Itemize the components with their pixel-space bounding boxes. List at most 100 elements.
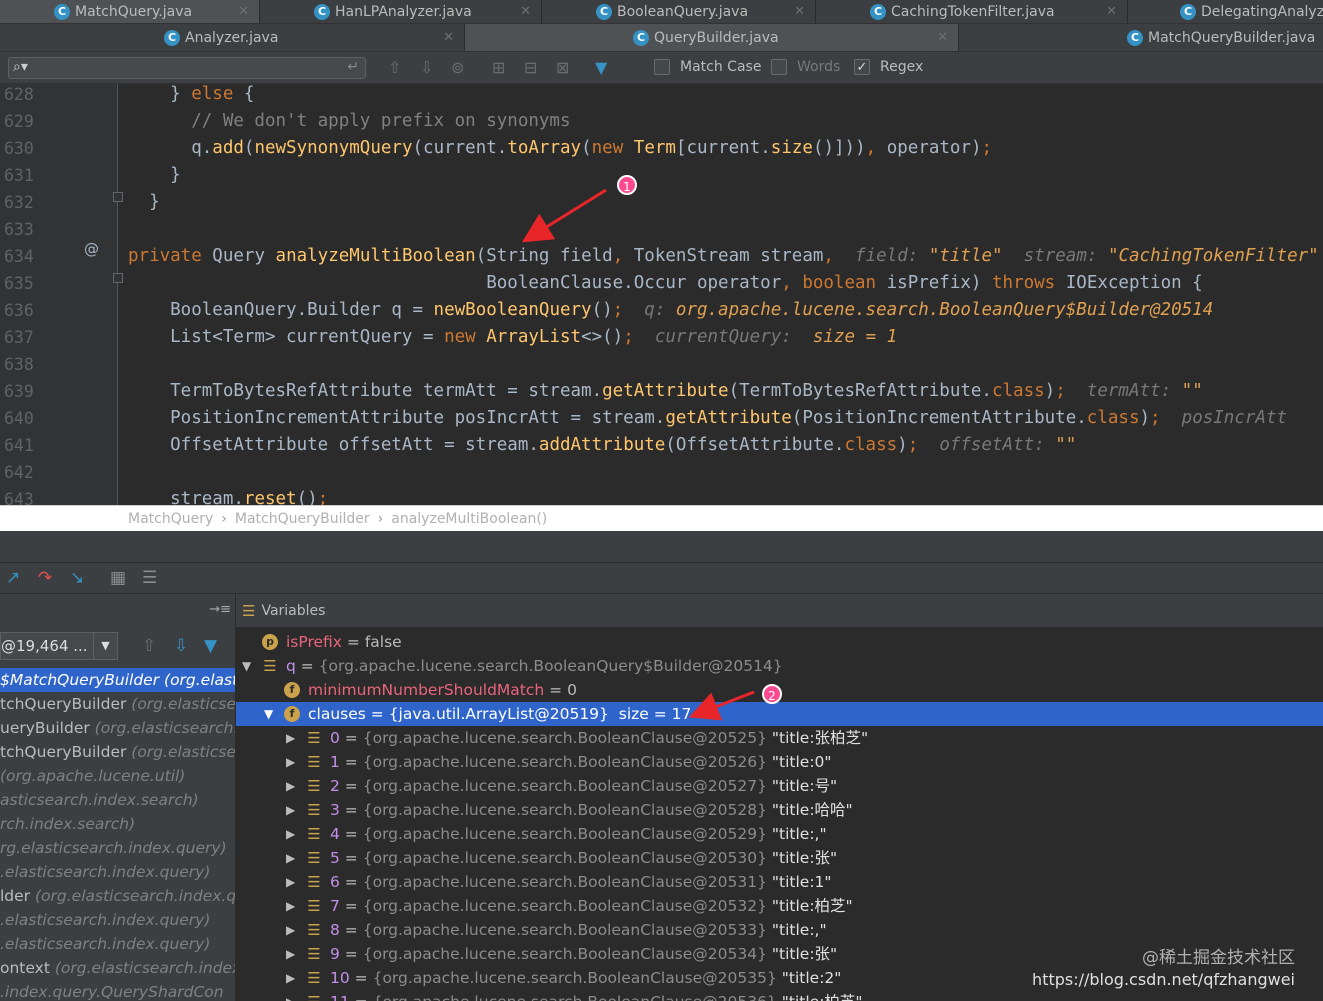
line-number[interactable]: 639: [4, 378, 44, 405]
tab-matchquerybuilder[interactable]: C MatchQueryBuilder.java: [959, 24, 1323, 51]
code-line[interactable]: 643 stream.reset();: [0, 486, 1323, 505]
line-number[interactable]: 641: [4, 432, 44, 459]
step-into-icon[interactable]: ↘: [70, 568, 84, 588]
expand-icon[interactable]: ▶: [286, 942, 295, 966]
code-line[interactable]: 640 PositionIncrementAttribute posIncrAt…: [0, 405, 1323, 432]
line-number[interactable]: 632: [4, 189, 44, 216]
expand-icon[interactable]: ▶: [286, 870, 295, 894]
stack-frame[interactable]: ontext (org.elasticsearch.index: [0, 956, 235, 980]
close-tab-icon[interactable]: ✕: [1106, 4, 1117, 19]
next-occurrence-icon[interactable]: ⇩: [420, 58, 433, 77]
search-icon[interactable]: ⌕▾: [13, 59, 28, 75]
code-line[interactable]: 632 }: [0, 189, 1323, 216]
variable-row[interactable]: ▶ ☰ 1 = {org.apache.lucene.search.BooleanC…: [236, 750, 1323, 774]
variable-row[interactable]: ▶ ☰ 5 = {org.apache.lucene.search.BooleanC…: [236, 846, 1323, 870]
stack-frame[interactable]: ueryBuilder (org.elasticsearch.: [0, 716, 235, 740]
regex-checkbox[interactable]: ✓ Regex: [854, 59, 923, 75]
fold-icon[interactable]: [113, 273, 123, 283]
variable-row[interactable]: ▶ ☰ 6 = {org.apache.lucene.search.BooleanC…: [236, 870, 1323, 894]
line-number[interactable]: 634: [4, 243, 44, 270]
variable-row[interactable]: p isPrefix = false: [236, 630, 1323, 654]
line-number[interactable]: 633: [4, 216, 44, 243]
tab-querybuilder[interactable]: C QueryBuilder.java ✕: [465, 24, 959, 51]
breadcrumb-item[interactable]: MatchQueryBuilder: [235, 511, 370, 527]
code-line[interactable]: 634 private Query analyzeMultiBoolean(Str…: [0, 243, 1323, 270]
add-selection-icon[interactable]: ⊞: [492, 58, 505, 77]
stack-frame[interactable]: rch.index.search): [0, 812, 235, 836]
tab-booleanquery[interactable]: C BooleanQuery.java ✕: [542, 0, 816, 23]
code-line[interactable]: 638: [0, 351, 1323, 378]
remove-selection-icon[interactable]: ⊟: [524, 58, 537, 77]
code-line[interactable]: 637 List<Term> currentQuery = new ArrayL…: [0, 324, 1323, 351]
variable-row[interactable]: ▶ ☰ 3 = {org.apache.lucene.search.BooleanC…: [236, 798, 1323, 822]
stack-frame[interactable]: tchQueryBuilder (org.elasticse: [0, 692, 235, 716]
evaluate-expression-icon[interactable]: ▦: [110, 568, 126, 588]
code-editor[interactable]: 628 } else {629 // We don't apply prefix…: [0, 84, 1323, 505]
variable-row[interactable]: ▶ ☰ 7 = {org.apache.lucene.search.BooleanC…: [236, 894, 1323, 918]
filter-icon[interactable]: ▼: [595, 58, 607, 77]
code-line[interactable]: 629 // We don't apply prefix on synonyms: [0, 108, 1323, 135]
line-number[interactable]: 629: [4, 108, 44, 135]
close-tab-icon[interactable]: ✕: [794, 4, 805, 19]
find-all-icon[interactable]: ⊚: [451, 58, 464, 77]
code-line[interactable]: 635 BooleanClause.Occur operator, boolea…: [0, 270, 1323, 297]
variable-row[interactable]: ▼ f clauses = {java.util.ArrayList@20519} …: [236, 702, 1323, 726]
filter-frames-icon[interactable]: ▼: [204, 636, 217, 656]
breadcrumb-item[interactable]: MatchQuery: [128, 511, 213, 527]
variable-row[interactable]: ▶ ☰ 8 = {org.apache.lucene.search.BooleanC…: [236, 918, 1323, 942]
line-number[interactable]: 635: [4, 270, 44, 297]
select-all-occurrences-icon[interactable]: ⊠: [556, 58, 569, 77]
expand-icon[interactable]: ▶: [286, 822, 295, 846]
collapse-icon[interactable]: ▼: [264, 702, 273, 726]
line-number[interactable]: 640: [4, 405, 44, 432]
variable-row[interactable]: ▶ ☰ 2 = {org.apache.lucene.search.BooleanC…: [236, 774, 1323, 798]
previous-occurrence-icon[interactable]: ⇧: [388, 58, 401, 77]
stack-frame[interactable]: $MatchQueryBuilder (org.elast: [0, 668, 235, 692]
code-line[interactable]: 642: [0, 459, 1323, 486]
expand-icon[interactable]: ▶: [286, 990, 295, 1001]
expand-icon[interactable]: ▶: [286, 846, 295, 870]
code-line[interactable]: 639 TermToBytesRefAttribute termAtt = st…: [0, 378, 1323, 405]
words-checkbox[interactable]: Words: [771, 59, 840, 75]
code-line[interactable]: 628 } else {: [0, 84, 1323, 108]
tab-cachingtokenfilter[interactable]: C CachingTokenFilter.java ✕: [816, 0, 1128, 23]
trace-current-stream-icon[interactable]: ☰: [142, 568, 157, 588]
step-over-icon[interactable]: ↷: [38, 568, 52, 588]
fold-icon[interactable]: [113, 192, 123, 202]
code-line[interactable]: 641 OffsetAttribute offsetAtt = stream.a…: [0, 432, 1323, 459]
code-line[interactable]: 633: [0, 216, 1323, 243]
line-number[interactable]: 642: [4, 459, 44, 486]
collapse-icon[interactable]: ▼: [242, 654, 251, 678]
line-number[interactable]: 628: [4, 84, 44, 108]
tab-delegatinganalyzer[interactable]: C DelegatingAnalyze: [1128, 0, 1323, 23]
tab-analyzer[interactable]: C Analyzer.java ✕: [0, 24, 465, 51]
stack-frame[interactable]: lder (org.elasticsearch.index.q: [0, 884, 235, 908]
tab-hanlpanalyzer[interactable]: C HanLPAnalyzer.java ✕: [260, 0, 542, 23]
expand-icon[interactable]: ▶: [286, 750, 295, 774]
line-number[interactable]: 638: [4, 351, 44, 378]
line-number[interactable]: 643: [4, 486, 44, 505]
stack-frame[interactable]: .elasticsearch.index.query): [0, 860, 235, 884]
override-marker-icon[interactable]: @: [84, 240, 99, 258]
previous-frame-icon[interactable]: ⇧: [142, 636, 156, 656]
close-tab-icon[interactable]: ✕: [238, 4, 249, 19]
code-line[interactable]: 631 }: [0, 162, 1323, 189]
search-input[interactable]: ⌕▾ ↵: [8, 57, 366, 79]
line-number[interactable]: 631: [4, 162, 44, 189]
expand-icon[interactable]: ▶: [286, 966, 295, 990]
expand-icon[interactable]: ▶: [286, 918, 295, 942]
variable-row[interactable]: ▶ ☰ 4 = {org.apache.lucene.search.BooleanC…: [236, 822, 1323, 846]
line-number[interactable]: 637: [4, 324, 44, 351]
stack-frame[interactable]: (org.apache.lucene.util): [0, 764, 235, 788]
line-number[interactable]: 636: [4, 297, 44, 324]
breadcrumb-item[interactable]: analyzeMultiBoolean(): [391, 511, 547, 527]
code-line[interactable]: 630 q.add(newSynonymQuery(current.toArra…: [0, 135, 1323, 162]
stack-frame[interactable]: rg.elasticsearch.index.query): [0, 836, 235, 860]
show-execution-point-icon[interactable]: ↗: [6, 568, 20, 588]
close-tab-icon[interactable]: ✕: [520, 4, 531, 19]
expand-icon[interactable]: ▶: [286, 798, 295, 822]
restore-layout-icon[interactable]: →≡: [209, 602, 231, 617]
stack-frame[interactable]: asticsearch.index.search): [0, 788, 235, 812]
variable-row[interactable]: ▶ ☰ 0 = {org.apache.lucene.search.BooleanC…: [236, 726, 1323, 750]
match-case-checkbox[interactable]: Match Case: [654, 59, 761, 75]
